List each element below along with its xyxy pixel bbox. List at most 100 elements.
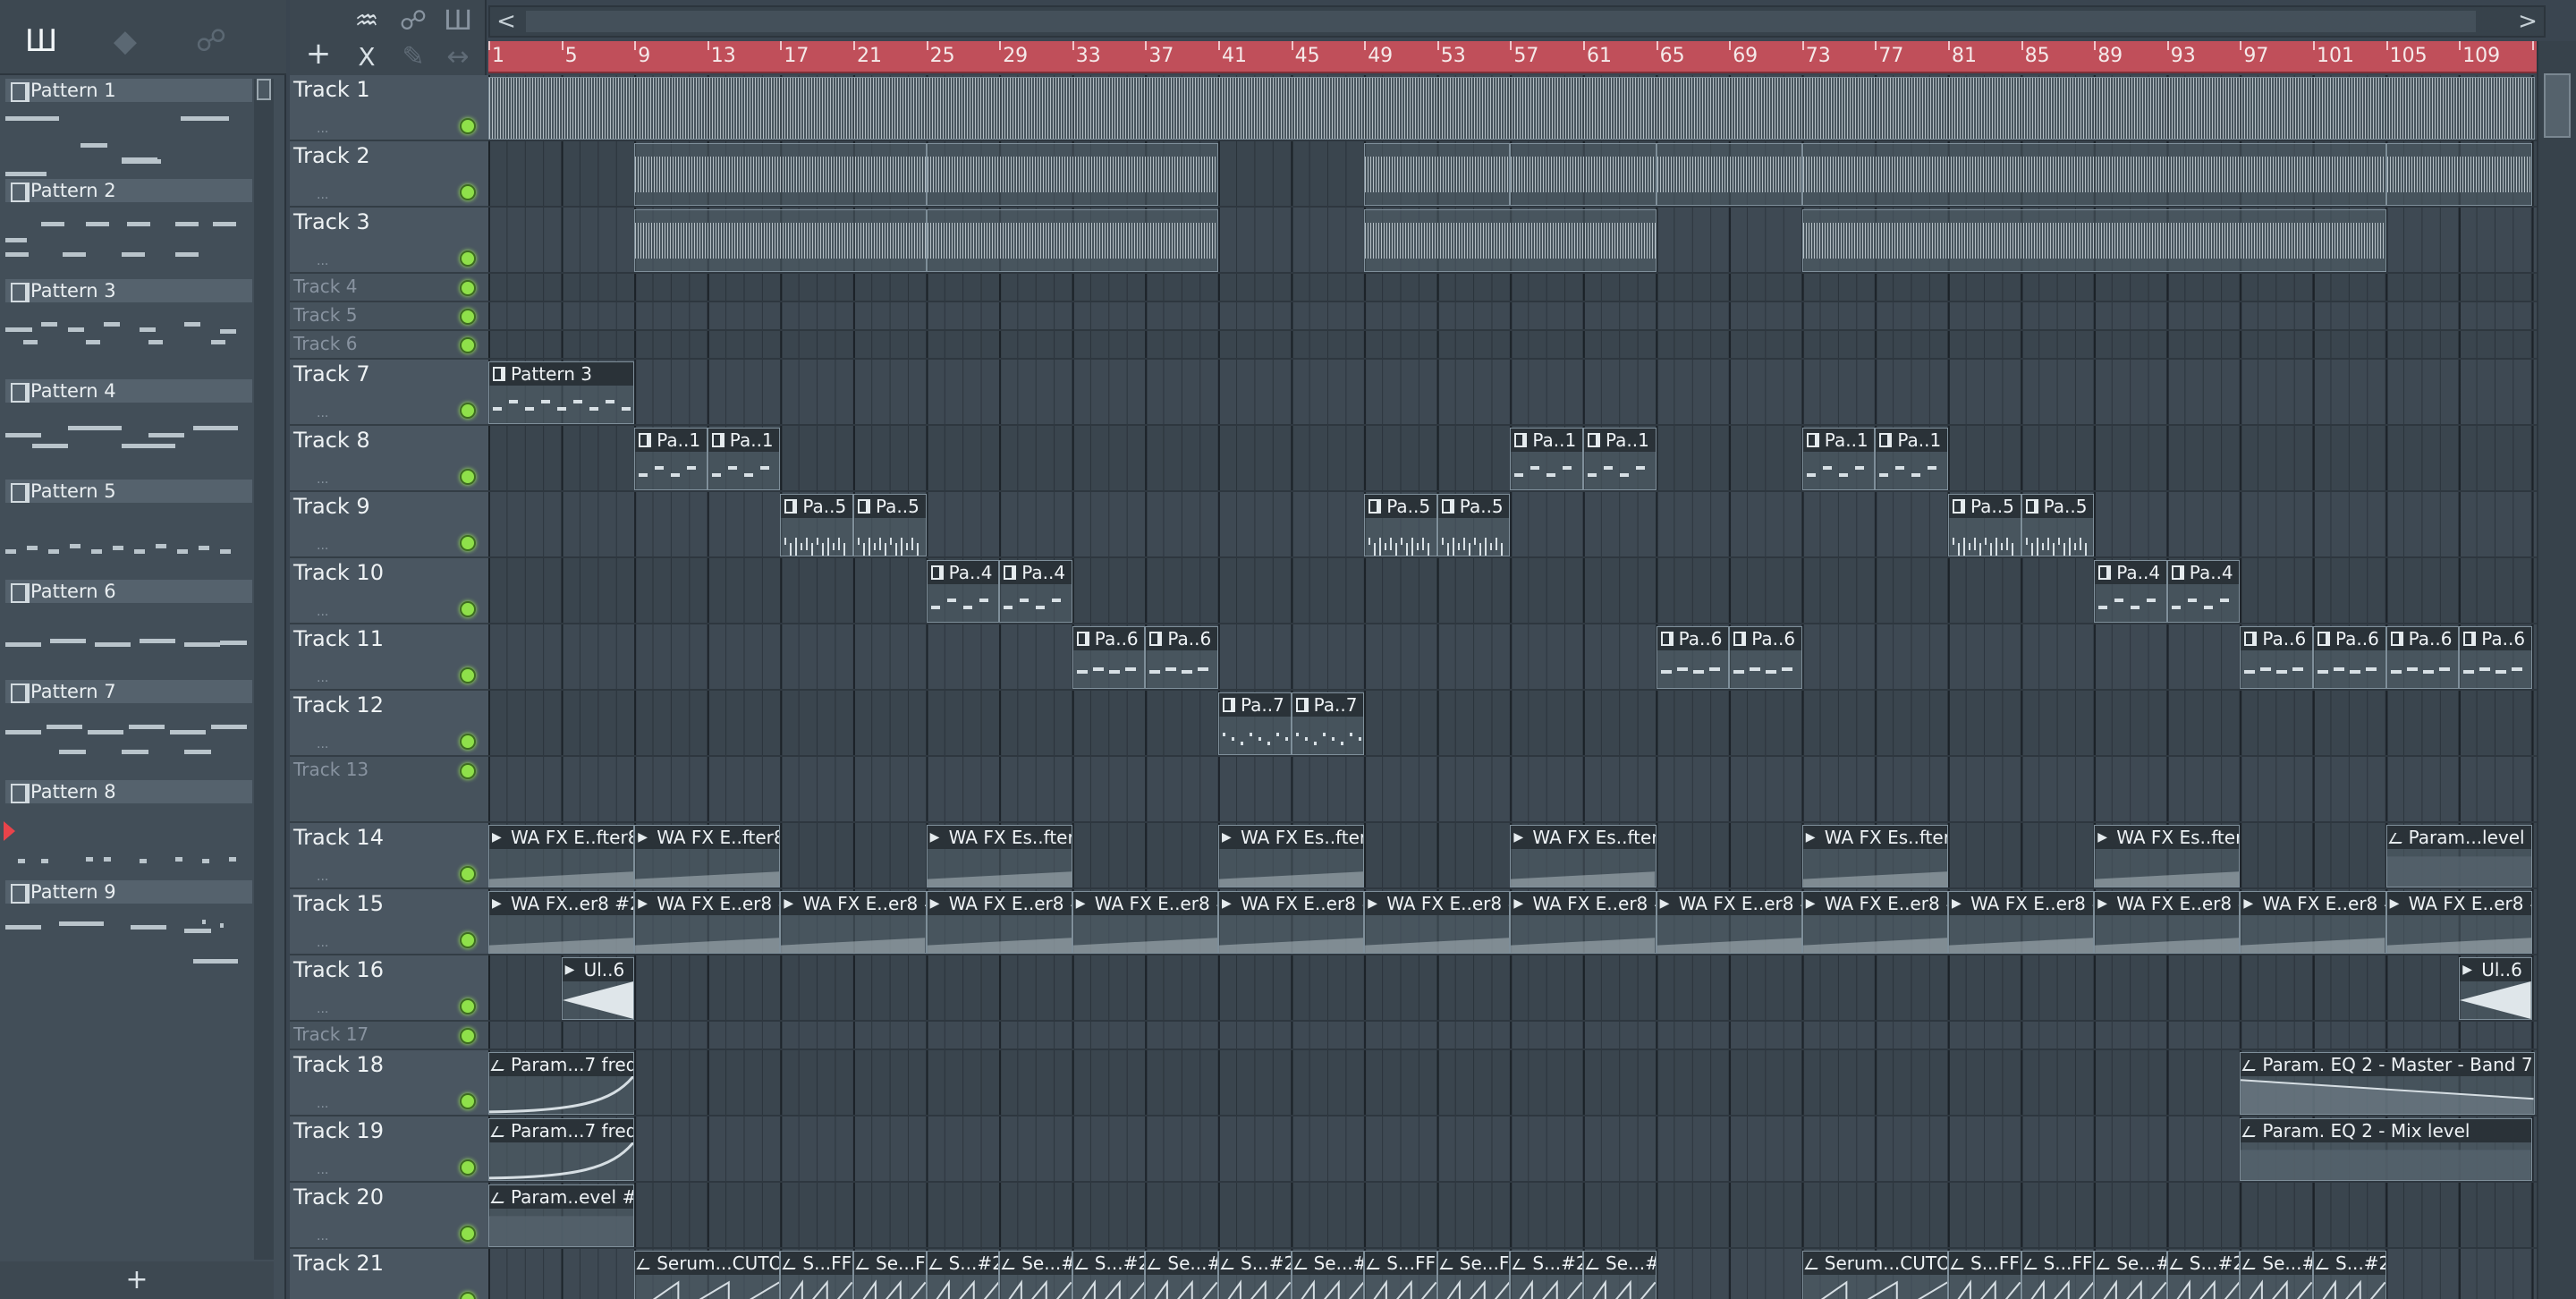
track-options-icon[interactable]: ...: [317, 1163, 328, 1177]
pattern-item[interactable]: Pattern 3: [5, 279, 252, 379]
audio-clip[interactable]: WA FX Es..fter8: [2094, 825, 2241, 887]
pattern-clip[interactable]: Pa..7: [1218, 692, 1292, 755]
automation-clip[interactable]: Se...#2: [2240, 1251, 2313, 1299]
pattern-clip[interactable]: Pa..6: [2313, 626, 2386, 689]
pattern-item[interactable]: Pattern 6: [5, 580, 252, 680]
automation-clip[interactable]: S...#2: [1218, 1251, 1292, 1299]
picker-scroll-thumb[interactable]: [257, 79, 271, 100]
pattern-item[interactable]: Pattern 1: [5, 79, 252, 179]
pattern-clip[interactable]: Pa..5: [1436, 494, 1511, 556]
audio-clip[interactable]: WA FX E..er8 #2: [1072, 891, 1218, 954]
audio-clip[interactable]: WA FX E..er8 #2: [2094, 891, 2241, 954]
audio-clip[interactable]: [1510, 143, 1657, 206]
track-lane[interactable]: [488, 1183, 2537, 1249]
audio-clip[interactable]: WA FX E..er8 #2: [1656, 891, 1802, 954]
track-enable-led-icon[interactable]: [460, 184, 476, 200]
track-lane[interactable]: [488, 360, 2537, 426]
automation-clip[interactable]: Se...FF: [1436, 1251, 1511, 1299]
audio-clip[interactable]: WA FX E..fter8: [634, 825, 781, 887]
picker-scrollbar[interactable]: [254, 79, 274, 1260]
audio-clip[interactable]: [634, 143, 927, 206]
automation-clip[interactable]: Serum...CUTOFF: [1801, 1251, 1948, 1299]
horizontal-scroll-track[interactable]: [526, 11, 2476, 32]
vertical-scrollbar[interactable]: [2537, 41, 2576, 1299]
automation-clip[interactable]: Se...FF: [853, 1251, 927, 1299]
pattern-clip[interactable]: Pa..6: [1656, 626, 1730, 689]
audio-clip[interactable]: WA FX E..er8 #2: [2240, 891, 2386, 954]
audio-clip-icon[interactable]: ♒: [349, 4, 385, 39]
track-options-icon[interactable]: ...: [317, 188, 328, 202]
track-options-icon[interactable]: ...: [317, 1002, 328, 1016]
track-lane[interactable]: [488, 1116, 2537, 1183]
automation-clip-icon[interactable]: ☍: [395, 4, 431, 39]
track-options-icon[interactable]: ...: [317, 1229, 328, 1244]
audio-clip[interactable]: WA FX..er8 #2: [488, 891, 635, 954]
audio-clip[interactable]: [488, 77, 2535, 140]
audio-clip[interactable]: [2385, 143, 2532, 206]
audio-clip[interactable]: WA FX E..fter8: [488, 825, 635, 887]
track-enable-led-icon[interactable]: [460, 866, 476, 882]
pattern-clip[interactable]: Pa..6: [1072, 626, 1146, 689]
pattern-clip[interactable]: Pa..4: [2166, 560, 2241, 623]
track-header[interactable]: Track 21...: [290, 1249, 488, 1299]
track-lane[interactable]: [488, 302, 2537, 331]
pattern-clip[interactable]: Pa..4: [999, 560, 1072, 623]
audio-clip[interactable]: WA FX E..er8 #2: [780, 891, 927, 954]
audio-clip[interactable]: WA FX E..er8 #2: [1948, 891, 2095, 954]
track-enable-led-icon[interactable]: [460, 1159, 476, 1176]
audio-clip[interactable]: WA FX Es..fter8: [1218, 825, 1365, 887]
automation-clip[interactable]: Param. EQ 2 - Mix level: [2240, 1118, 2532, 1181]
track-header[interactable]: Track 17: [290, 1022, 488, 1050]
track-header[interactable]: Track 3...: [290, 208, 488, 274]
track-options-icon[interactable]: ...: [317, 539, 328, 553]
track-header[interactable]: Track 12...: [290, 691, 488, 757]
pattern-item[interactable]: Pattern 5: [5, 480, 252, 580]
audio-clip[interactable]: Ul..6: [2459, 957, 2532, 1020]
audio-clip[interactable]: WA FX Es..fter8: [926, 825, 1072, 887]
pattern-clip[interactable]: Pa..6: [1729, 626, 1802, 689]
track-lane[interactable]: [488, 955, 2537, 1022]
scroll-left-button[interactable]: <: [490, 7, 522, 36]
audio-clip[interactable]: WA FX E..er8 #2: [1510, 891, 1657, 954]
track-enable-led-icon[interactable]: [460, 998, 476, 1015]
track-options-icon[interactable]: ...: [317, 472, 328, 487]
pattern-clip[interactable]: Pa..6: [2459, 626, 2532, 689]
track-options-icon[interactable]: ...: [317, 870, 328, 884]
track-header[interactable]: Track 8...: [290, 426, 488, 492]
pattern-item[interactable]: Pattern 7: [5, 680, 252, 780]
audio-clip[interactable]: WA FX E..er8 #2: [634, 891, 781, 954]
track-header[interactable]: Track 11...: [290, 624, 488, 691]
automation-clip[interactable]: Param...7 freq: [488, 1052, 635, 1115]
track-header[interactable]: Track 15...: [290, 889, 488, 955]
pattern-clip[interactable]: Pa..6: [2240, 626, 2313, 689]
pattern-clip[interactable]: Pa..1: [634, 428, 708, 490]
pattern-clip[interactable]: Pa..5: [1364, 494, 1437, 556]
audio-clip[interactable]: WA FX E..er8 #2: [1364, 891, 1511, 954]
pattern-clip[interactable]: Pa..1: [1583, 428, 1657, 490]
automation-clip[interactable]: Param...level #2: [2385, 825, 2532, 887]
track-header[interactable]: Track 13: [290, 757, 488, 823]
automation-clip[interactable]: Param..evel #3: [488, 1184, 635, 1247]
add-track-button[interactable]: +: [301, 36, 336, 72]
automation-clip[interactable]: S...#2: [926, 1251, 1000, 1299]
audio-clip[interactable]: [1801, 209, 2386, 272]
pattern-clip[interactable]: Pa..5: [1948, 494, 2021, 556]
audio-clip[interactable]: Ul..6: [561, 957, 635, 1020]
track-header[interactable]: Track 4: [290, 274, 488, 302]
automation-clip[interactable]: Param. EQ 2 - Master - Band 7 freq: [2240, 1052, 2535, 1115]
slice-icon[interactable]: ↔: [440, 39, 476, 75]
track-header[interactable]: Track 16...: [290, 955, 488, 1022]
track-enable-led-icon[interactable]: [460, 469, 476, 485]
track-header[interactable]: Track 14...: [290, 823, 488, 889]
track-lane[interactable]: [488, 624, 2537, 691]
track-options-icon[interactable]: ...: [317, 936, 328, 950]
track-enable-led-icon[interactable]: [460, 337, 476, 353]
track-options-icon[interactable]: ...: [317, 671, 328, 685]
audio-clip[interactable]: WA FX E..er8 #2: [1218, 891, 1365, 954]
close-button[interactable]: X: [349, 39, 385, 75]
track-header[interactable]: Track 5: [290, 302, 488, 331]
track-enable-led-icon[interactable]: [460, 601, 476, 617]
pattern-item[interactable]: Pattern 8: [5, 780, 252, 880]
audio-clip[interactable]: WA FX E..er8 #2: [1801, 891, 1948, 954]
audio-clip[interactable]: [1364, 143, 1511, 206]
